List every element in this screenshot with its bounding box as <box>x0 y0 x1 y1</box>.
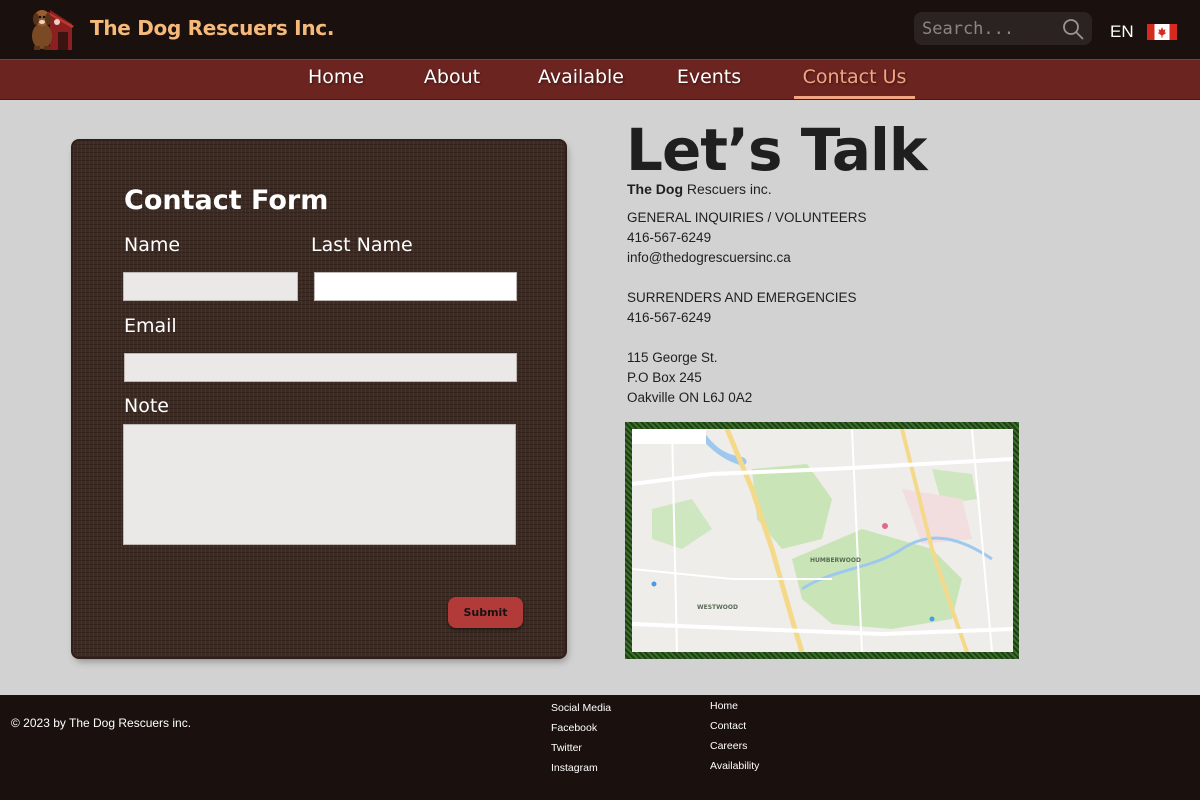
nav-available[interactable]: Available <box>531 64 631 98</box>
canada-flag-icon[interactable] <box>1147 24 1177 40</box>
surrenders-phone[interactable]: 416-567-6249 <box>627 308 711 328</box>
note-label: Note <box>124 395 169 417</box>
general-email[interactable]: info@thedogrescuersinc.ca <box>627 248 791 268</box>
email-label: Email <box>124 315 177 337</box>
footer-link-twitter[interactable]: Twitter <box>551 742 582 754</box>
email-input[interactable] <box>124 353 517 382</box>
footer-link-contact[interactable]: Contact <box>710 720 746 732</box>
general-inquiries-title: GENERAL INQUIRIES / VOLUNTEERS <box>627 210 867 225</box>
address-line-3: Oakville ON L6J 0A2 <box>627 390 753 405</box>
general-phone[interactable]: 416-567-6249 <box>627 228 711 248</box>
footer-link-availability[interactable]: Availability <box>710 760 759 772</box>
map-label-humberwood: HUMBERWOOD <box>810 557 861 564</box>
last-name-label: Last Name <box>311 234 413 256</box>
map-label-westwood: WESTWOOD <box>697 604 738 611</box>
copyright: © 2023 by The Dog Rescuers inc. <box>11 716 192 730</box>
nav-events[interactable]: Events <box>670 64 748 98</box>
map-search-box[interactable] <box>632 429 706 444</box>
footer-social-title: Social Media <box>551 702 612 714</box>
embedded-map[interactable]: HUMBERWOOD WESTWOOD <box>632 429 1013 652</box>
submit-button[interactable]: Submit <box>448 597 523 628</box>
nav-about[interactable]: About <box>416 64 488 98</box>
nav-contact-us[interactable]: Contact Us <box>794 64 915 98</box>
footer-link-instagram[interactable]: Instagram <box>551 762 598 774</box>
brand-name[interactable]: The Dog Rescuers Inc. <box>90 16 334 40</box>
address-line-1: 115 George St. <box>627 350 718 365</box>
footer-link-facebook[interactable]: Facebook <box>551 722 597 734</box>
lets-talk-heading: Let’s Talk <box>626 116 927 184</box>
org-name-rest: Rescuers inc. <box>683 181 772 197</box>
nav-home[interactable]: Home <box>300 64 372 98</box>
language-selector[interactable]: EN <box>1110 22 1134 42</box>
organization-name: The Dog Rescuers inc. <box>627 181 772 197</box>
footer-link-home[interactable]: Home <box>710 700 738 712</box>
address-line-2: P.O Box 245 <box>627 370 702 385</box>
footer-link-careers[interactable]: Careers <box>710 740 747 752</box>
search-icon[interactable] <box>1061 17 1085 41</box>
search-input[interactable] <box>922 15 1062 42</box>
active-nav-underline <box>794 96 915 99</box>
note-textarea[interactable] <box>123 424 516 545</box>
dog-house-logo-icon[interactable] <box>28 4 78 54</box>
form-title: Contact Form <box>124 185 329 216</box>
last-name-input[interactable] <box>314 272 517 301</box>
org-name-bold: The Dog <box>627 181 683 197</box>
name-label: Name <box>124 234 181 256</box>
surrenders-title: SURRENDERS AND EMERGENCIES <box>627 290 857 305</box>
name-input[interactable] <box>123 272 298 301</box>
